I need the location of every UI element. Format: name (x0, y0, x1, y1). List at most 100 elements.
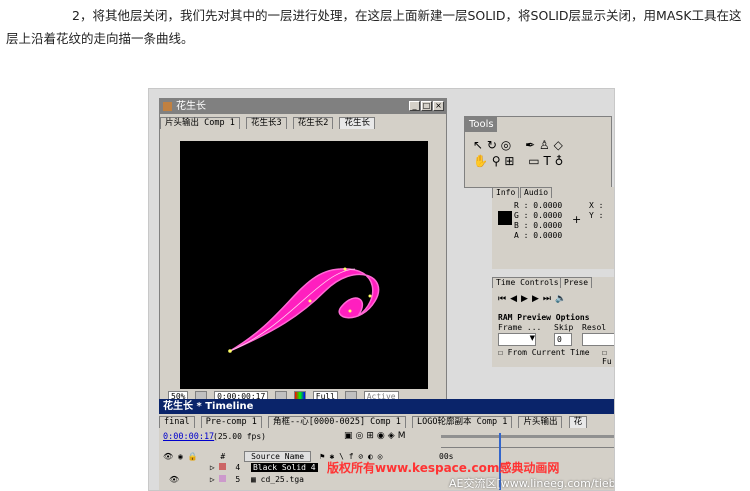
pan-tool-icon[interactable]: ⊞ (504, 154, 514, 168)
layer-color-label (219, 463, 227, 470)
layer-row[interactable]: 👁 ▷ 5 ▦ cd_25.tga (169, 474, 304, 485)
audio-icon[interactable]: 🔈 (555, 294, 570, 304)
playback-buttons: ⏮◀▶▶⏭🔈 (498, 294, 570, 304)
time-controls-panel: Time Controls Prese ⏮◀▶▶⏭🔈 RAM Preview O… (492, 277, 614, 367)
comp-flowchart-icon[interactable]: ▣ (344, 431, 356, 441)
full-label: Fu (602, 357, 612, 366)
tab-comp-3[interactable]: 花生长 (339, 117, 375, 129)
composition-viewer[interactable] (180, 141, 428, 389)
composition-title: 花生长 (176, 101, 206, 112)
hand-tool-icon[interactable]: ✋ (473, 154, 488, 168)
info-xy: X : Y : (589, 201, 603, 221)
resol-label: Resol (582, 323, 607, 332)
rectangle-tool-icon[interactable]: ▭ (528, 154, 539, 168)
frame-blend-icon[interactable]: ⊞ (366, 431, 377, 441)
next-frame-icon[interactable]: ▶ (532, 294, 543, 304)
timeline-timecode[interactable]: 0:00:00:17 (163, 432, 214, 442)
full-screen-checkbox[interactable]: ☐ Fu (602, 348, 614, 366)
info-g: G : 0.0000 (514, 211, 563, 220)
layer-4-num: 4 (235, 463, 241, 472)
info-y: Y : (589, 211, 604, 220)
prev-frame-icon[interactable]: ◀ (510, 294, 521, 304)
tab-comp-1[interactable]: 花生长3 (245, 117, 287, 129)
from-current-label: From Current Time (507, 348, 590, 357)
shy-icon[interactable]: ◎ (356, 431, 367, 441)
tab-tl-4[interactable]: 片头输出 (518, 416, 563, 428)
tab-audio[interactable]: Audio (520, 187, 553, 198)
selection-tool-icon[interactable]: ↖ (473, 138, 483, 152)
info-color-swatch (498, 211, 512, 225)
info-a: A : 0.0000 (514, 231, 563, 240)
time-ruler[interactable] (441, 433, 614, 490)
maximize-icon[interactable]: □ (421, 101, 432, 111)
composition-window: 花生长 _ □ × 片头输出 Comp 1 花生长3 花生长2 花生长 50% (159, 98, 447, 408)
first-frame-icon[interactable]: ⏮ (498, 294, 510, 304)
ram-preview-label: RAM Preview Options (498, 313, 590, 322)
info-panel: Info Audio R : 0.0000 G : 0.0000 B : 0.0… (492, 187, 614, 269)
layer-4-name[interactable]: Black Solid 4 (250, 463, 318, 472)
skip-input[interactable]: 0 (554, 333, 572, 346)
switches-icons: 👁 ◉ 🔒 (163, 452, 198, 461)
tab-time-controls[interactable]: Time Controls (492, 277, 563, 288)
layer-color-label (219, 475, 227, 482)
timeline-tabs: final Pre-comp 1 角框--心[0000-0025] Comp 1… (159, 416, 614, 428)
watermark-kespace: 版权所有www.kespace.com感典动画网 (327, 461, 560, 475)
crosshair-icon: + (572, 213, 582, 226)
layer-5-name[interactable]: cd_25.tga (261, 475, 304, 484)
rotate-tool-icon[interactable]: ↻ (487, 138, 497, 152)
tab-tl-2[interactable]: 角框--心[0000-0025] Comp 1 (268, 416, 406, 428)
marker-icon[interactable]: M (398, 431, 409, 441)
resolution-select-rp[interactable] (582, 333, 614, 346)
tab-tl-1[interactable]: Pre-comp 1 (200, 416, 262, 428)
tab-tl-3[interactable]: LOGO轮廓副本 Comp 1 (412, 416, 513, 428)
frame-label: Frame ... (498, 323, 542, 332)
play-icon[interactable]: ▶ (521, 294, 532, 304)
info-x: X : (589, 201, 604, 210)
minimize-icon[interactable]: _ (409, 101, 420, 111)
timeline-toolbar-icons: ▣◎⊞◉◈M (344, 431, 408, 441)
text-tool-icon[interactable]: T (543, 154, 550, 168)
expand-icon[interactable]: ▷ (210, 475, 215, 484)
eye-icon[interactable]: 👁 (169, 474, 205, 485)
timeline-title-bar[interactable]: 花生长 * Timeline (159, 399, 614, 414)
expand-icon[interactable]: ▷ (210, 463, 215, 472)
pen-tool-icon[interactable]: ✒ (525, 138, 535, 152)
timeline-title: 花生长 * Timeline (163, 401, 254, 412)
info-values: R : 0.0000 G : 0.0000 B : 0.0000 A : 0.0… (514, 201, 562, 241)
timeline-fps: (25.00 fps) (213, 432, 266, 441)
tools-palette: Tools ↖ ↻ ◎ ✒ ♙ ◇ ✋ ⚲ ⊞ ▭ T ♁ (464, 116, 612, 188)
last-frame-icon[interactable]: ⏭ (543, 294, 555, 304)
tab-tl-5[interactable]: 花 (568, 416, 588, 428)
composition-title-bar[interactable]: 花生长 _ □ × (160, 99, 446, 114)
layer-row[interactable]: ▷ 4 Black Solid 4 (169, 462, 318, 473)
info-b: B : 0.0000 (514, 221, 563, 230)
composition-tabs: 片头输出 Comp 1 花生长3 花生长2 花生长 (160, 117, 446, 129)
close-icon[interactable]: × (433, 101, 444, 111)
pen-add-icon[interactable]: ♁ (555, 154, 564, 168)
eraser-tool-icon[interactable]: ◇ (554, 138, 563, 152)
tools-title-bar[interactable]: Tools (465, 117, 497, 132)
tab-comp-0[interactable]: 片头输出 Comp 1 (160, 117, 240, 129)
orbit-tool-icon[interactable]: ◎ (501, 138, 511, 152)
frame-rate-select[interactable]: ▼ (498, 333, 536, 346)
tools-title: Tools (469, 119, 494, 130)
watermark-lineeg: AE交流区[www.lineeg.com/tieba/1801] (449, 477, 615, 490)
draft-3d-icon[interactable]: ◈ (388, 431, 398, 441)
ae-screenshot: 花生长 _ □ × 片头输出 Comp 1 花生长3 花生长2 花生长 50% (148, 88, 615, 491)
tab-comp-2[interactable]: 花生长2 (292, 117, 334, 129)
tab-presets[interactable]: Prese (560, 277, 593, 288)
layer-5-num: 5 (235, 475, 241, 484)
motion-blur-icon[interactable]: ◉ (377, 431, 388, 441)
zoom-tool-icon[interactable]: ⚲ (492, 154, 501, 168)
footage-icon: ▦ (250, 475, 256, 484)
flower-vine-graphic (228, 267, 380, 353)
tab-tl-0[interactable]: final (159, 416, 195, 428)
col-hash: # (220, 452, 226, 461)
tools-icons: ↖ ↻ ◎ ✒ ♙ ◇ ✋ ⚲ ⊞ ▭ T ♁ (473, 137, 563, 169)
work-area-bar[interactable] (441, 435, 614, 438)
info-r: R : 0.0000 (514, 201, 563, 210)
col-source-name: Source Name (244, 451, 312, 462)
from-current-time-checkbox[interactable]: ☐ From Current Time (498, 348, 590, 357)
stamp-tool-icon[interactable]: ♙ (539, 138, 550, 152)
tab-info[interactable]: Info (492, 187, 520, 198)
